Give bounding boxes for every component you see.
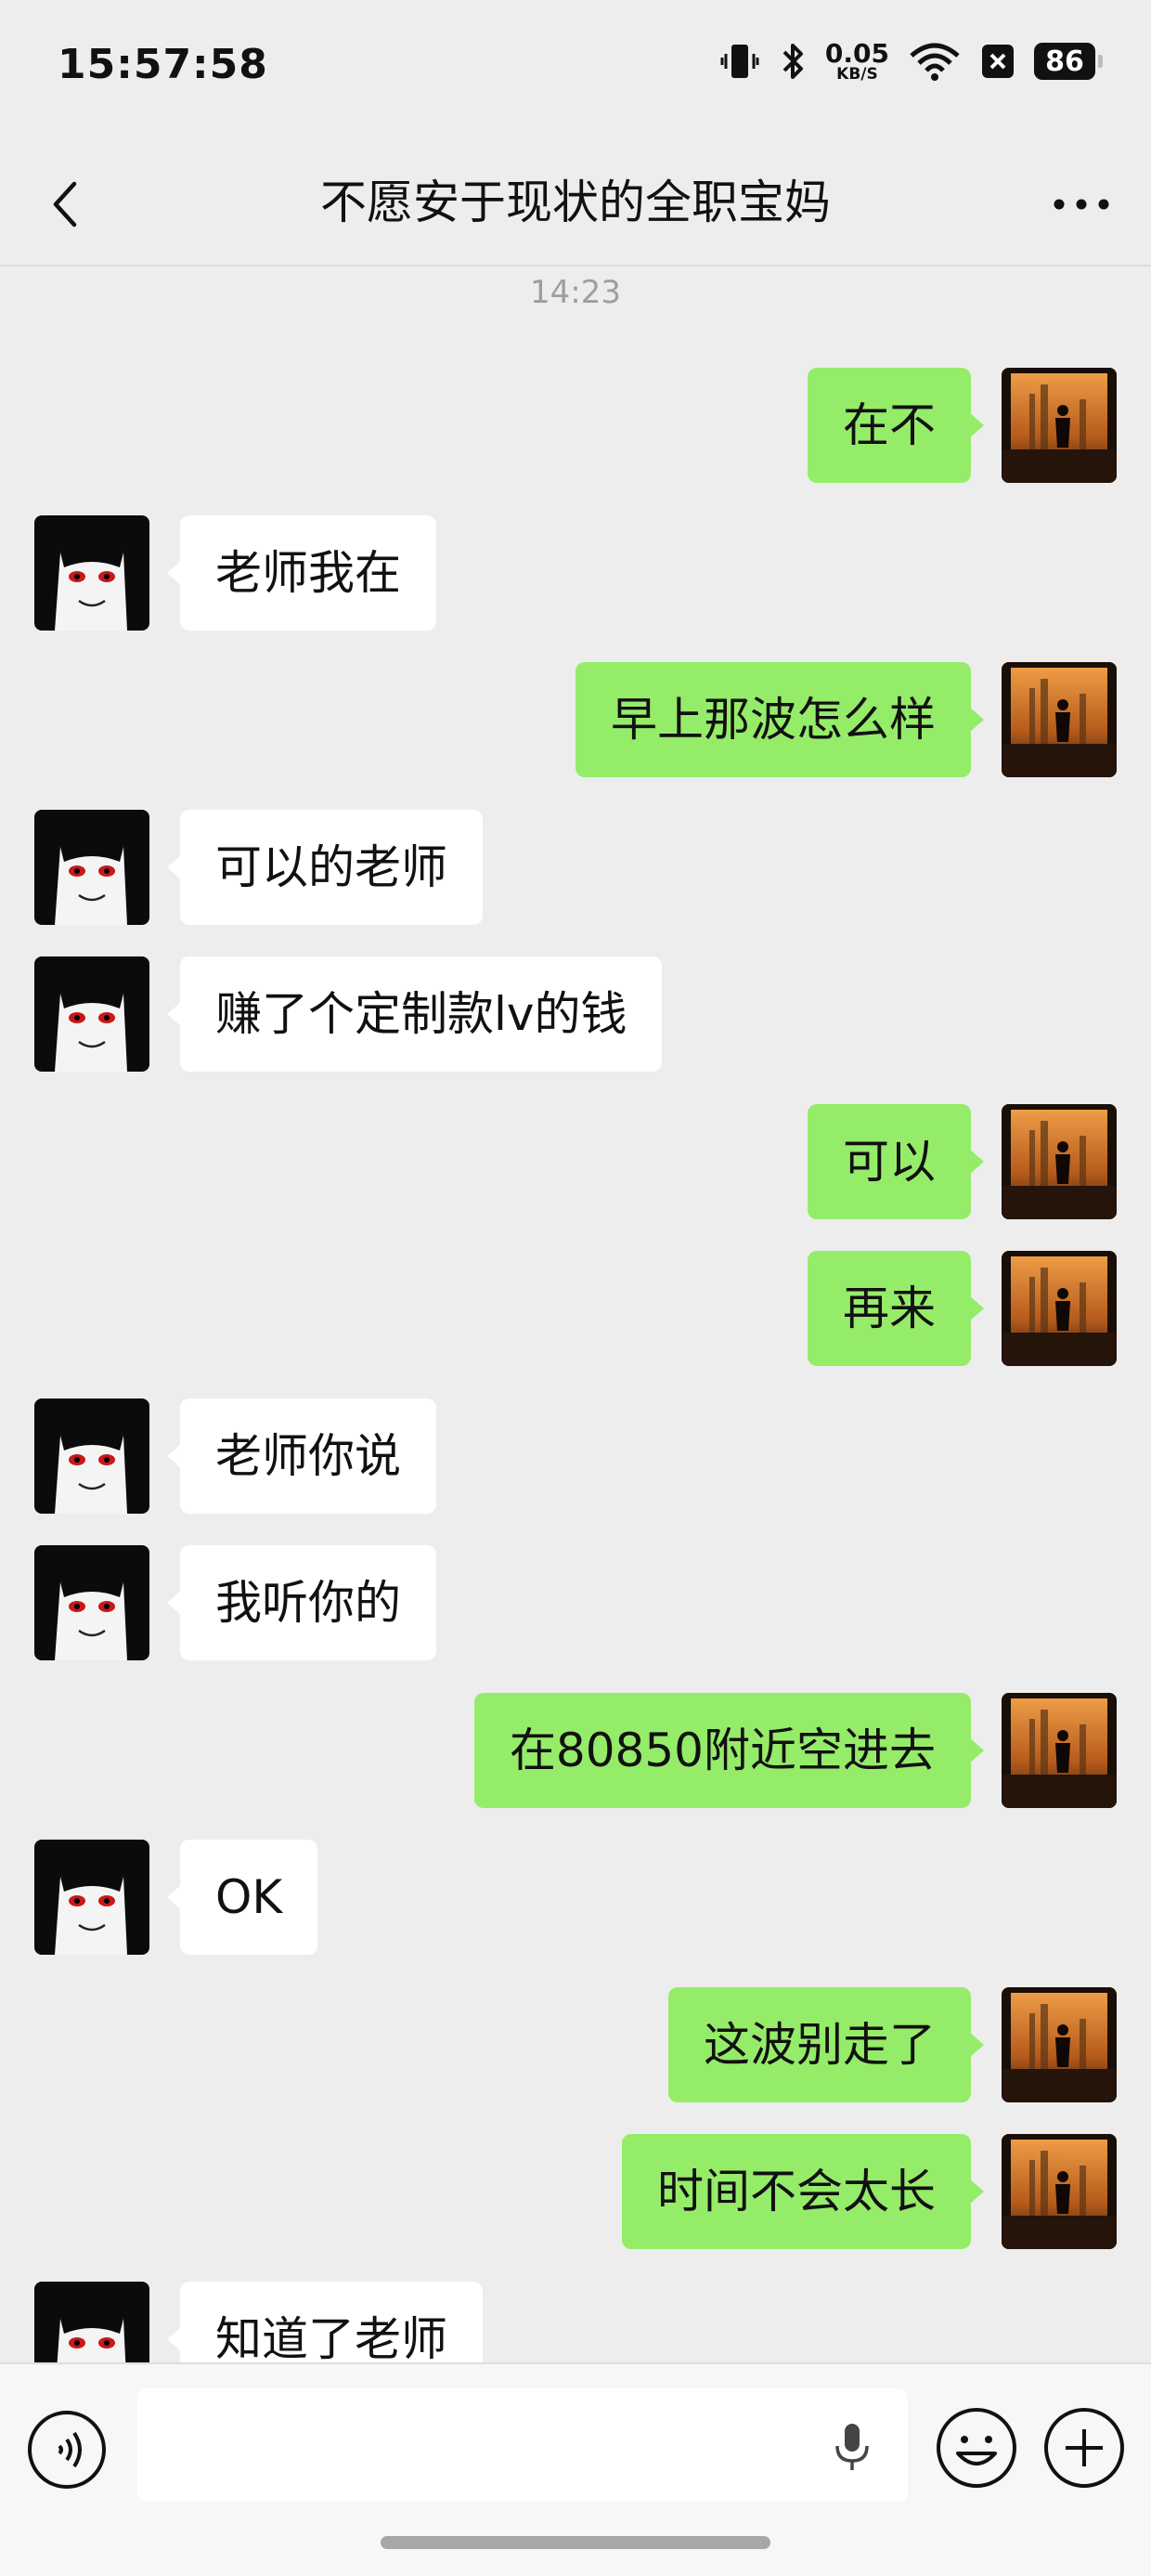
my-avatar[interactable] (1002, 2134, 1117, 2249)
message-bubble[interactable]: 赚了个定制款lv的钱 (166, 956, 663, 1072)
my-avatar[interactable] (1002, 1251, 1117, 1366)
incoming-message: 知道了老师 (0, 2282, 1151, 2362)
more-options-button[interactable] (1040, 167, 1123, 241)
contact-avatar[interactable] (34, 810, 149, 925)
my-avatar[interactable] (1002, 1104, 1117, 1219)
message-bubble[interactable]: 时间不会太长 (622, 2134, 984, 2249)
outgoing-message: 再来 (0, 1251, 1151, 1366)
close-app-icon (982, 45, 1014, 78)
message-list[interactable]: 14:23 在不 老师我在 早上那波怎么样 可以的老师 赚了个定制款lv的钱 可… (0, 267, 1151, 2362)
bluetooth-icon (782, 44, 803, 79)
message-bubble[interactable]: 知道了老师 (167, 2282, 483, 2362)
network-speed-value: 0.05 (824, 37, 889, 69)
outgoing-message: 在不 (0, 368, 1151, 483)
my-avatar[interactable] (1002, 1987, 1117, 2102)
message-bubble[interactable]: 早上那波怎么样 (576, 662, 984, 777)
plus-icon[interactable] (1041, 2405, 1127, 2491)
voice-icon[interactable] (26, 2409, 108, 2491)
message-timestamp: 14:23 (530, 274, 621, 311)
contact-avatar[interactable] (34, 1399, 149, 1514)
home-indicator[interactable] (381, 2536, 770, 2549)
outgoing-message: 时间不会太长 (0, 2134, 1151, 2249)
incoming-message: OK (0, 1840, 1151, 1955)
my-avatar[interactable] (1002, 662, 1117, 777)
message-bubble[interactable]: 我听你的 (167, 1545, 436, 1660)
message-bubble[interactable]: 老师你说 (167, 1399, 436, 1514)
my-avatar[interactable] (1002, 368, 1117, 483)
battery-indicator: 86 (1034, 43, 1103, 80)
status-icons: 0.05 KB/S 86 (719, 37, 1103, 85)
outgoing-message: 早上那波怎么样 (0, 662, 1151, 777)
message-bubble[interactable]: 在80850附近空进去 (473, 1693, 985, 1808)
network-speed: 0.05 KB/S (824, 37, 889, 84)
more-dots-icon (1054, 199, 1109, 210)
emoji-icon[interactable] (934, 2405, 1019, 2491)
chat-header: 不愿安于现状的全职宝妈 (0, 139, 1151, 267)
chat-title: 不愿安于现状的全职宝妈 (320, 176, 831, 229)
mic-icon[interactable] (824, 2418, 880, 2474)
contact-avatar[interactable] (34, 1840, 149, 1955)
network-speed-unit: KB/S (836, 64, 878, 84)
message-bubble[interactable]: 再来 (808, 1251, 984, 1366)
contact-avatar[interactable] (34, 515, 149, 631)
message-bubble[interactable]: 这波别走了 (668, 1987, 984, 2102)
incoming-message: 赚了个定制款lv的钱 (0, 956, 1151, 1072)
outgoing-message: 在80850附近空进去 (0, 1693, 1151, 1808)
contact-avatar[interactable] (34, 956, 149, 1072)
status-time: 15:57:58 (58, 41, 268, 88)
incoming-message: 老师我在 (0, 515, 1151, 631)
message-bubble[interactable]: 可以的老师 (167, 810, 483, 925)
contact-avatar[interactable] (34, 1545, 149, 1660)
status-bar: 15:57:58 0.05 KB/S 86 (0, 0, 1151, 139)
message-bubble[interactable]: OK (166, 1840, 318, 1955)
message-input[interactable] (137, 2388, 908, 2502)
message-bubble[interactable]: 老师我在 (167, 515, 436, 631)
outgoing-message: 可以 (0, 1104, 1151, 1219)
incoming-message: 可以的老师 (0, 810, 1151, 925)
incoming-message: 老师你说 (0, 1399, 1151, 1514)
incoming-message: 我听你的 (0, 1545, 1151, 1660)
wifi-icon (910, 43, 960, 81)
message-bubble[interactable]: 可以 (808, 1104, 984, 1219)
message-bubble[interactable]: 在不 (808, 368, 984, 483)
contact-avatar[interactable] (34, 2282, 149, 2362)
my-avatar[interactable] (1002, 1693, 1117, 1808)
outgoing-message: 这波别走了 (0, 1987, 1151, 2102)
vibrate-icon (720, 45, 759, 78)
